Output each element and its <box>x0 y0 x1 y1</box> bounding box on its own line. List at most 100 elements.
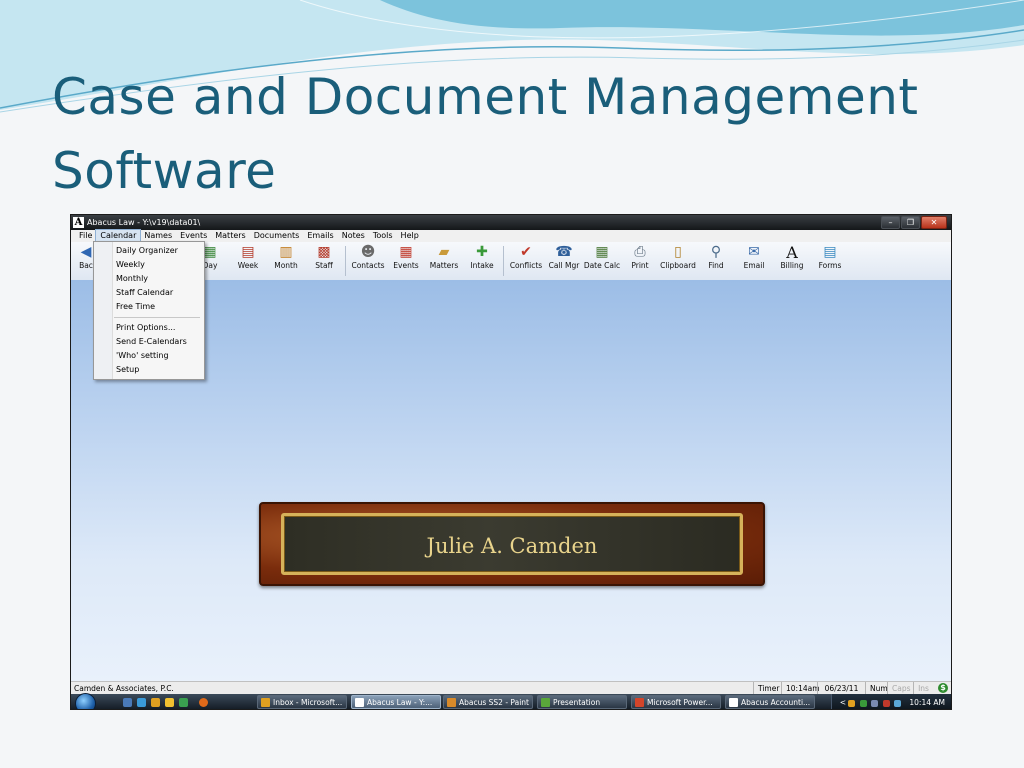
taskbar-button-powerpoint[interactable]: Microsoft Power... <box>631 695 721 709</box>
taskbar-button-label: Abacus Accounti... <box>741 698 811 707</box>
menu-documents[interactable]: Documents <box>250 230 304 242</box>
taskbar-button-label: Abacus SS2 - Paint <box>459 698 529 707</box>
magnifier-icon: ⚲ <box>710 244 722 260</box>
powerpoint-icon <box>635 698 644 707</box>
tray-app-icon[interactable] <box>882 699 890 707</box>
show-desktop-icon[interactable] <box>123 698 132 707</box>
toolbar-print-button[interactable]: ⎙ Print <box>621 244 659 278</box>
tray-expand-icon[interactable]: < <box>840 698 846 707</box>
toolbar-contacts-button[interactable]: ☻ Contacts <box>349 244 387 278</box>
toolbar-staff-button[interactable]: ▩ Staff <box>305 244 343 278</box>
envelope-icon: ✉ <box>748 244 760 260</box>
menu-item-monthly[interactable]: Monthly <box>116 272 148 285</box>
taskbar-button-label: Microsoft Power... <box>647 698 713 707</box>
toolbar-matters-button[interactable]: ▰ Matters <box>425 244 463 278</box>
menu-separator <box>114 317 200 318</box>
menu-matters[interactable]: Matters <box>211 230 249 242</box>
week-calendar-icon: ▤ <box>241 244 255 260</box>
restore-icon[interactable]: ❐ <box>901 216 920 229</box>
outlook-icon <box>261 698 270 707</box>
forms-document-icon: ▤ <box>823 244 837 260</box>
taskbar-button-inbox[interactable]: Inbox - Microsoft... <box>257 695 347 709</box>
toolbar-find-label: Find <box>708 261 724 270</box>
menu-item-daily-organizer[interactable]: Daily Organizer <box>116 244 178 257</box>
abacus-logo-icon <box>729 698 738 707</box>
taskbar-button-label: Abacus Law - Y:... <box>367 698 433 707</box>
toolbar-email-button[interactable]: ✉ Email <box>735 244 773 278</box>
menu-item-setup[interactable]: Setup <box>116 363 139 376</box>
quicklaunch-app-icon[interactable] <box>179 698 188 707</box>
toolbar-billing-button[interactable]: A Billing <box>773 244 811 278</box>
toolbar-staff-label: Staff <box>315 261 333 270</box>
toolbar-separator <box>345 246 346 276</box>
statusbar: Camden & Associates, P.C. Timer 10:14am … <box>71 681 951 695</box>
toolbar-events-button[interactable]: ▦ Events <box>387 244 425 278</box>
conflicts-check-icon: ✔ <box>520 244 532 260</box>
toolbar-conflicts-button[interactable]: ✔ Conflicts <box>507 244 545 278</box>
paint-icon <box>447 698 456 707</box>
toolbar-billing-label: Billing <box>780 261 804 270</box>
volume-icon[interactable] <box>894 699 901 707</box>
toolbar-month-button[interactable]: ▥ Month <box>267 244 305 278</box>
menu-item-print-options[interactable]: Print Options... <box>116 321 175 334</box>
tray-app-icon[interactable] <box>848 699 856 707</box>
menu-item-who-setting[interactable]: 'Who' setting <box>116 349 169 362</box>
toolbar-find-button[interactable]: ⚲ Find <box>697 244 735 278</box>
menu-item-send-e-calendars[interactable]: Send E-Calendars <box>116 335 187 348</box>
nameplate-inner: Julie A. Camden <box>281 513 743 575</box>
minimize-icon[interactable]: – <box>881 216 900 229</box>
menu-help[interactable]: Help <box>397 230 423 242</box>
system-tray: < 10:14 AM <box>830 694 951 709</box>
toolbar-week-label: Week <box>237 261 259 270</box>
window-titlebar[interactable]: A Abacus Law - Y:\v19\data01\ – ❐ ✕ <box>71 215 951 230</box>
taskbar-button-label: Presentation <box>553 698 601 707</box>
toolbar-callmgr-button[interactable]: ☎ Call Mgr <box>545 244 583 278</box>
abacus-law-window: A Abacus Law - Y:\v19\data01\ – ❐ ✕ File… <box>70 214 952 710</box>
folder-icon[interactable] <box>165 698 174 707</box>
toolbar-datecalc-button[interactable]: ▦ Date Calc <box>583 244 621 278</box>
slide-title: Case and Document Management Software <box>52 60 992 208</box>
tray-clock[interactable]: 10:14 AM <box>909 698 945 707</box>
taskbar-button-paint[interactable]: Abacus SS2 - Paint <box>443 695 533 709</box>
phone-icon: ☎ <box>555 244 573 260</box>
billing-letter-a-icon: A <box>786 243 798 262</box>
toolbar-contacts-label: Contacts <box>351 261 385 270</box>
window-controls: – ❐ ✕ <box>880 216 947 229</box>
toolbar-clipboard-button[interactable]: ▯ Clipboard <box>659 244 697 278</box>
slide-title-line-2: Software <box>52 142 277 200</box>
taskbar-button-abacus-accounting[interactable]: Abacus Accounti... <box>725 695 815 709</box>
menu-item-staff-calendar[interactable]: Staff Calendar <box>116 286 173 299</box>
printer-icon: ⎙ <box>634 244 646 260</box>
toolbar-datecalc-label: Date Calc <box>583 261 621 270</box>
nameplate-name: Julie A. Camden <box>426 534 598 558</box>
menu-emails[interactable]: Emails <box>303 230 337 242</box>
slide-title-line-1: Case and Document Management <box>52 68 919 126</box>
ie-icon[interactable] <box>137 698 146 707</box>
dollar-icon[interactable]: $ <box>938 683 948 693</box>
taskbar-button-abacus-law[interactable]: Abacus Law - Y:... <box>351 695 441 709</box>
toolbar-forms-button[interactable]: ▤ Forms <box>811 244 849 278</box>
menu-item-free-time[interactable]: Free Time <box>116 300 155 313</box>
tray-app-icon[interactable] <box>859 699 867 707</box>
tray-icons <box>848 694 903 709</box>
menu-notes[interactable]: Notes <box>338 230 369 242</box>
menu-item-weekly[interactable]: Weekly <box>116 258 145 271</box>
network-icon[interactable] <box>871 699 879 707</box>
close-icon[interactable]: ✕ <box>921 216 947 229</box>
toolbar-callmgr-label: Call Mgr <box>548 261 580 270</box>
matters-folder-icon: ▰ <box>438 244 450 260</box>
start-button-icon[interactable] <box>75 693 96 709</box>
month-calendar-icon: ▥ <box>279 244 293 260</box>
toolbar-month-label: Month <box>274 261 298 270</box>
outlook-icon[interactable] <box>151 698 160 707</box>
menu-tools[interactable]: Tools <box>369 230 397 242</box>
toolbar-intake-button[interactable]: ✚ Intake <box>463 244 501 278</box>
firefox-icon[interactable] <box>199 698 208 707</box>
toolbar-week-button[interactable]: ▤ Week <box>229 244 267 278</box>
toolbar-separator <box>503 246 504 276</box>
calculator-icon: ▦ <box>595 244 609 260</box>
taskbar-button-presentation[interactable]: Presentation <box>537 695 627 709</box>
toolbar-forms-label: Forms <box>818 261 842 270</box>
toolbar-conflicts-label: Conflicts <box>509 261 543 270</box>
toolbar-intake-label: Intake <box>470 261 494 270</box>
